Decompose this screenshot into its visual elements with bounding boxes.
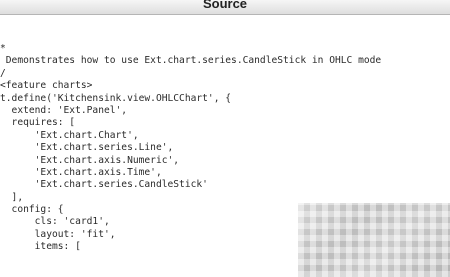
title-bar: Source xyxy=(0,0,450,15)
code-line: 'Ext.chart.axis.Time', xyxy=(0,166,162,178)
code-line: 'Ext.chart.Chart', xyxy=(0,129,139,141)
code-line: 'Ext.chart.series.CandleStick' xyxy=(0,179,208,191)
code-line: <feature charts> xyxy=(0,80,93,92)
code-line: requires: [ xyxy=(0,117,76,129)
source-window: Source * Demonstrates how to use Ext.cha… xyxy=(0,0,450,277)
code-line: * xyxy=(0,43,6,54)
code-line: extend: 'Ext.Panel', xyxy=(0,104,128,116)
code-line: Demonstrates how to use Ext.chart.series… xyxy=(0,55,382,67)
code-line: 'Ext.chart.axis.Numeric', xyxy=(0,154,180,166)
code-line: 'Ext.chart.series.Line', xyxy=(0,142,174,154)
code-line: / xyxy=(0,67,6,79)
code-line: t.define('Kitchensink.view.OHLCChart', { xyxy=(0,92,232,104)
window-title: Source xyxy=(202,0,248,11)
blurred-preview-thumbnail xyxy=(298,203,450,277)
